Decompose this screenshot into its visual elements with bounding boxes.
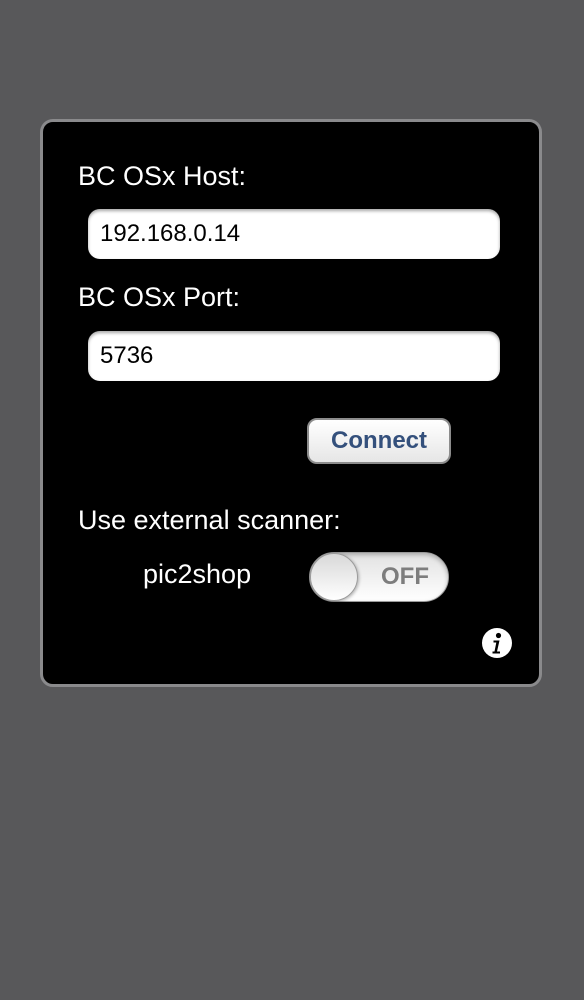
toggle-knob[interactable] [310, 553, 358, 601]
port-label: BC OSx Port: [78, 282, 241, 312]
toggle-state-text: OFF [381, 563, 429, 590]
port-input[interactable] [100, 331, 488, 381]
scanner-toggle-switch[interactable]: OFF [309, 552, 449, 602]
connect-button[interactable]: Connect [307, 418, 451, 464]
external-scanner-label: Use external scanner: [78, 505, 341, 535]
info-button[interactable] [481, 627, 513, 659]
info-icon [482, 628, 512, 658]
settings-panel: BC OSx Host: BC OSx Port: Connect Use ex… [40, 119, 542, 687]
host-label: BC OSx Host: [78, 161, 247, 191]
scanner-name-label: pic2shop [143, 559, 252, 589]
host-field-container[interactable] [88, 209, 500, 259]
port-field-container[interactable] [88, 331, 500, 381]
host-input[interactable] [100, 209, 488, 259]
